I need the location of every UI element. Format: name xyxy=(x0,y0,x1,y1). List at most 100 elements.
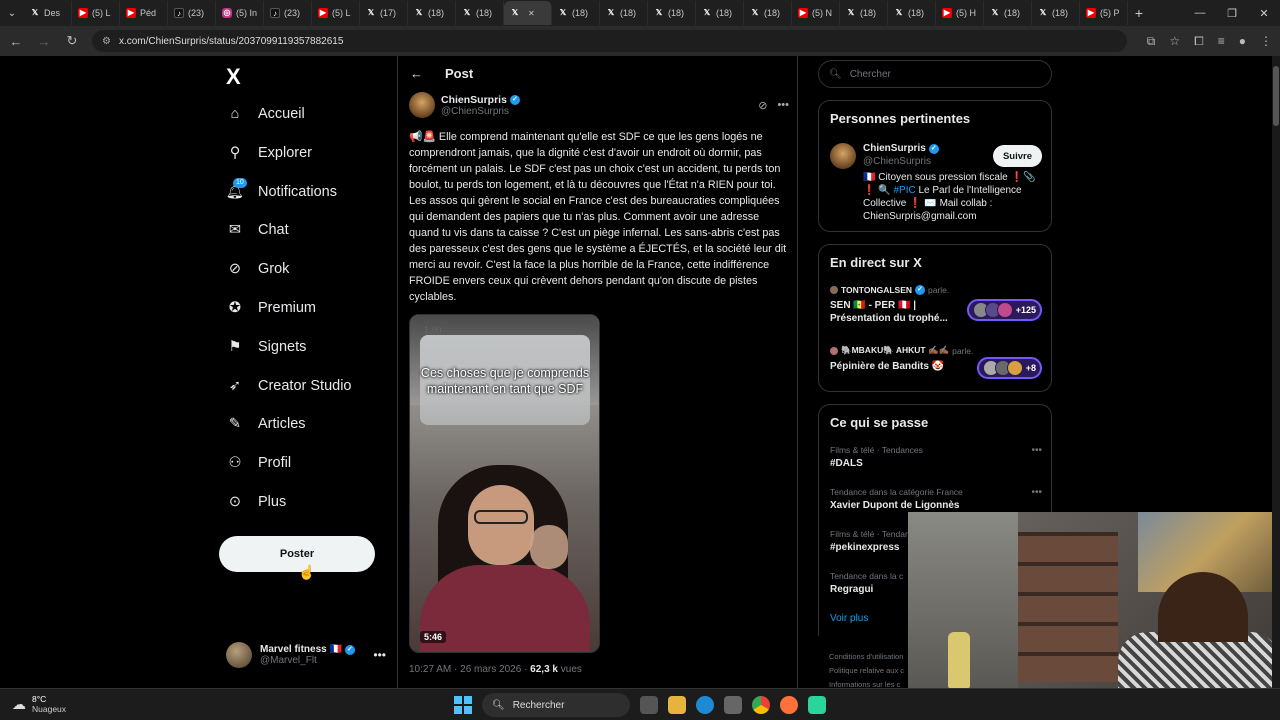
weather-widget[interactable]: ☁ 8°C Nuageux xyxy=(12,694,66,714)
new-tab-button[interactable]: + xyxy=(1128,5,1150,21)
more-icon[interactable]: ••• xyxy=(1031,445,1042,456)
x-favicon-icon: 𝕏 xyxy=(703,8,711,17)
browser-tab[interactable]: ◎ (5) In xyxy=(216,1,264,25)
app-icon[interactable] xyxy=(808,696,826,714)
minimize-button[interactable]: — xyxy=(1184,7,1216,20)
nav-label: Premium xyxy=(258,300,317,316)
address-bar[interactable]: ⚙ x.com/ChienSurpris/status/203709911935… xyxy=(92,30,1127,52)
policy-link[interactable]: Politique relative aux c xyxy=(829,664,904,678)
more-icon[interactable]: ••• xyxy=(777,99,789,112)
browser-tab[interactable]: ▶ (5) L xyxy=(312,1,360,25)
browser-tab[interactable]: ▶ (5) L xyxy=(72,1,120,25)
back-button[interactable]: ← xyxy=(8,34,24,49)
browser-tab[interactable]: 𝕏 (18) xyxy=(1032,1,1080,25)
browser-menu-icon[interactable]: ⋮ xyxy=(1260,34,1272,49)
browser-tab[interactable]: ▶ Péd xyxy=(120,1,168,25)
nav-item-creator-studio[interactable]: ➶ Creator Studio xyxy=(226,371,352,401)
nav-item-plus[interactable]: ⊙ Plus xyxy=(226,487,286,517)
x-favicon-icon: 𝕏 xyxy=(895,8,903,17)
trend-item[interactable]: Films & télé · Tendances #DALS ••• xyxy=(830,445,1042,469)
scrollbar-thumb[interactable] xyxy=(1273,66,1279,126)
tab-search-menu[interactable]: ⌄ xyxy=(0,0,24,26)
page-scrollbar[interactable] xyxy=(1272,56,1280,688)
more-icon[interactable]: ••• xyxy=(373,648,386,662)
task-view-icon[interactable] xyxy=(640,696,658,714)
browser-tab[interactable]: 𝕏 (18) xyxy=(840,1,888,25)
more-icon[interactable]: ••• xyxy=(1031,487,1042,498)
nav-item-articles[interactable]: ✎ Articles xyxy=(226,409,306,439)
post-date[interactable]: 10:27 AM · 26 mars 2026 · xyxy=(409,664,530,675)
browser-tab[interactable]: ▶ (5) H xyxy=(936,1,984,25)
see-more-link[interactable]: Voir plus xyxy=(830,613,868,624)
browser-tab[interactable]: 𝕏 Des xyxy=(24,1,72,25)
browser-tab[interactable]: 𝕏 (18) xyxy=(744,1,792,25)
tab-label: (18) xyxy=(1052,8,1069,18)
browser-toolbar: ← → ↻ ⚙ x.com/ChienSurpris/status/203709… xyxy=(0,26,1280,56)
nav-item-grok[interactable]: ⊘ Grok xyxy=(226,254,290,284)
post-video[interactable]: 1,00 Ces choses que je comprends mainten… xyxy=(409,314,600,653)
taskbar-search[interactable]: 🔍︎ Rechercher xyxy=(482,693,630,717)
search-input[interactable]: 🔍︎ Chercher xyxy=(818,60,1052,88)
file-explorer-icon[interactable] xyxy=(668,696,686,714)
author-handle[interactable]: @ChienSurpris xyxy=(441,106,520,117)
follow-button[interactable]: Suivre xyxy=(992,145,1042,167)
avatar xyxy=(226,642,252,668)
browser-tab[interactable]: 𝕏 (17) xyxy=(360,1,408,25)
avatar[interactable] xyxy=(409,92,435,118)
back-arrow-icon[interactable]: ← xyxy=(410,66,423,81)
browser-tab[interactable]: ♪ (23) xyxy=(168,1,216,25)
user-name[interactable]: ChienSurpris xyxy=(863,143,926,154)
post-author: ChienSurpris ✓ @ChienSurpris ⊘ ••• xyxy=(409,92,789,118)
post-button[interactable]: Poster xyxy=(219,536,375,572)
browser-tab[interactable]: 𝕏 (18) xyxy=(648,1,696,25)
browser-tab[interactable]: ▶ (5) N xyxy=(792,1,840,25)
tab-strip: 𝕏 Des ▶ (5) L ▶ Péd ♪ (23) ◎ (5) In ♪ (23) ▶ (5) L 𝕏 (1… xyxy=(24,1,1128,25)
browser-tab[interactable]: ▶ (5) P xyxy=(1080,1,1128,25)
extensions-icon[interactable]: ⧠ xyxy=(1194,34,1204,49)
grok-icon[interactable]: ⊘ xyxy=(758,99,767,112)
page-title: Post xyxy=(445,66,474,81)
nav-item-accueil[interactable]: ⌂ Accueil xyxy=(226,99,305,129)
nav-item-signets[interactable]: ⚑ Signets xyxy=(226,332,307,362)
browser-tab[interactable]: ♪ (23) xyxy=(264,1,312,25)
edge-icon[interactable] xyxy=(696,696,714,714)
store-icon[interactable] xyxy=(724,696,742,714)
account-switcher[interactable]: Marvel fitness 🇫🇷 ✓ @Marvel_Flt ••• xyxy=(226,642,386,668)
terms-link[interactable]: Conditions d'utilisation xyxy=(829,650,904,664)
reload-button[interactable]: ↻ xyxy=(64,33,80,49)
author-name[interactable]: ChienSurpris xyxy=(441,94,507,106)
x-logo[interactable]: X xyxy=(226,64,241,90)
chrome-icon[interactable] xyxy=(752,696,770,714)
close-window-button[interactable]: ✕ xyxy=(1248,7,1280,20)
nav-item-profil[interactable]: ⚇ Profil xyxy=(226,448,292,478)
nav-item-chat[interactable]: ✉ Chat xyxy=(226,215,289,245)
site-info-icon[interactable]: ⚙ xyxy=(102,36,111,47)
speaks-label: parle. xyxy=(952,345,974,356)
bookmark-star-icon[interactable]: ☆ xyxy=(1169,34,1180,49)
nav-item-notifications[interactable]: 🔔︎ 10 Notifications xyxy=(226,177,337,207)
browser-tab[interactable]: 𝕏 (18) xyxy=(888,1,936,25)
maximize-button[interactable]: ❐ xyxy=(1216,7,1248,20)
windows-start-icon[interactable] xyxy=(454,696,472,714)
browser-tab[interactable]: 𝕏 (18) xyxy=(984,1,1032,25)
search-placeholder: Chercher xyxy=(849,68,891,80)
trend-item[interactable]: Tendance dans la catégorie France Xavier… xyxy=(830,487,1042,511)
media-controls-icon[interactable]: ≡ xyxy=(1218,34,1225,49)
avatar[interactable] xyxy=(830,143,856,169)
browser-tab[interactable]: 𝕏 (18) xyxy=(456,1,504,25)
browser-tab[interactable]: 𝕏 (18) xyxy=(696,1,744,25)
browser-tab[interactable]: 𝕏 (18) xyxy=(552,1,600,25)
firefox-icon[interactable] xyxy=(780,696,798,714)
live-space[interactable]: TONTONGALSEN ✓ parle. SEN 🇸🇳 - PER 🇵🇪 | P… xyxy=(830,285,1042,325)
nav-item-premium[interactable]: ✪ Premium xyxy=(226,293,316,323)
hashtag-link[interactable]: #PIC xyxy=(893,185,915,196)
profile-icon[interactable]: ● xyxy=(1239,34,1246,49)
nav-item-explorer[interactable]: ⚲ Explorer xyxy=(226,138,312,168)
browser-tab[interactable]: 𝕏 ✕ xyxy=(504,1,552,25)
install-app-icon[interactable]: ⧉ xyxy=(1147,34,1156,49)
live-space[interactable]: 🐘MBAKU🐘 AHKUT ✍🏾✍🏾 parle. Pépinière de B… xyxy=(830,345,1042,379)
forward-button[interactable]: → xyxy=(36,34,52,49)
browser-tab[interactable]: 𝕏 (18) xyxy=(408,1,456,25)
close-tab-icon[interactable]: ✕ xyxy=(528,9,535,18)
browser-tab[interactable]: 𝕏 (18) xyxy=(600,1,648,25)
